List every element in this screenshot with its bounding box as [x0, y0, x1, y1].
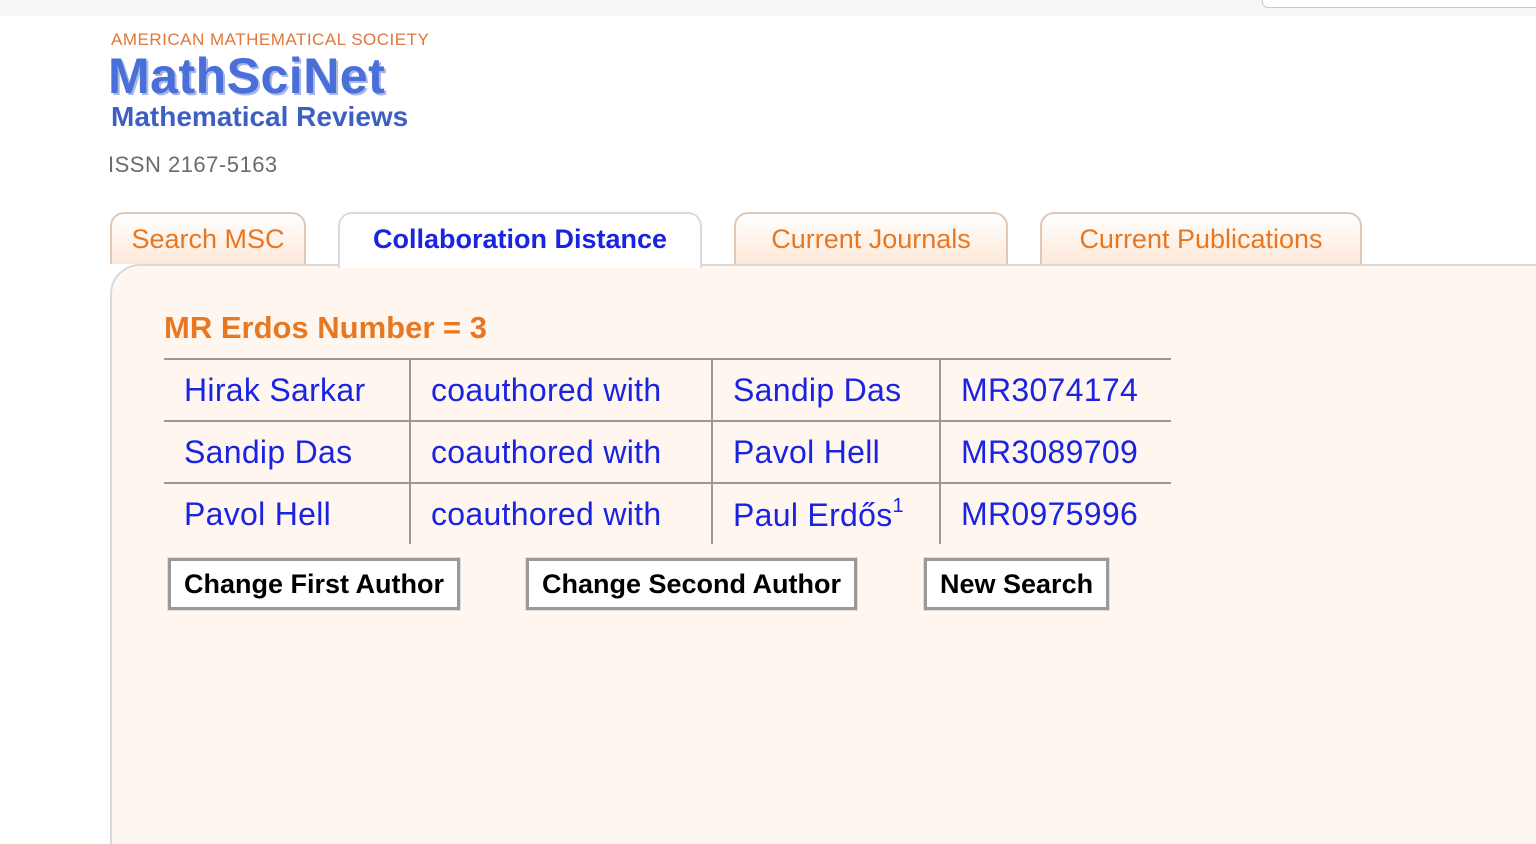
coauthor-link[interactable]: Paul Erdős1 [712, 482, 941, 544]
logo-society-text: AMERICAN MATHEMATICAL SOCIETY [111, 30, 430, 49]
collaboration-path-table: Hirak Sarkar coauthored with Sandip Das … [164, 358, 1171, 544]
browser-top-strip [0, 0, 1536, 16]
table-row: Pavol Hell coauthored with Paul Erdős1 M… [164, 482, 1171, 544]
footnote-marker: 1 [892, 494, 904, 517]
author-link[interactable]: Sandip Das [164, 420, 411, 483]
table-row: Sandip Das coauthored with Pavol Hell MR… [164, 420, 1171, 483]
tab-current-journals[interactable]: Current Journals [734, 212, 1008, 264]
content-panel [110, 264, 1536, 844]
browser-tab-edge [1262, 0, 1536, 8]
author-link[interactable]: Hirak Sarkar [164, 358, 411, 421]
issn-label: ISSN 2167-5163 [108, 152, 278, 177]
coauthor-link[interactable]: Pavol Hell [712, 420, 941, 483]
coauthor-name: Sandip Das [733, 371, 902, 408]
mr-number-link[interactable]: MR3074174 [940, 358, 1171, 421]
coauthor-name: Pavol Hell [733, 433, 881, 470]
mathscinet-logo[interactable]: AMERICAN MATHEMATICAL SOCIETY MathSciNet… [108, 30, 473, 132]
logo-subtitle-text: Mathematical Reviews [111, 101, 409, 132]
new-search-button[interactable]: New Search [922, 557, 1111, 611]
change-first-author-button[interactable]: Change First Author [167, 557, 461, 611]
tab-search-msc[interactable]: Search MSC [110, 212, 306, 264]
table-row: Hirak Sarkar coauthored with Sandip Das … [164, 358, 1171, 421]
mr-number-link[interactable]: MR3089709 [940, 420, 1171, 483]
coauthor-name: Paul Erdős [733, 496, 893, 533]
coauthor-link[interactable]: Sandip Das [712, 358, 941, 421]
relation-link[interactable]: coauthored with [410, 420, 713, 483]
logo-product-text: MathSciNet [108, 48, 386, 104]
relation-link[interactable]: coauthored with [410, 482, 713, 544]
tab-current-publications[interactable]: Current Publications [1040, 212, 1362, 264]
tab-collaboration-distance[interactable]: Collaboration Distance [338, 212, 702, 268]
change-second-author-button[interactable]: Change Second Author [524, 557, 859, 611]
author-link[interactable]: Pavol Hell [164, 482, 411, 544]
relation-link[interactable]: coauthored with [410, 358, 713, 421]
mr-number-link[interactable]: MR0975996 [940, 482, 1171, 544]
erdos-number-heading: MR Erdos Number = 3 [164, 310, 487, 345]
